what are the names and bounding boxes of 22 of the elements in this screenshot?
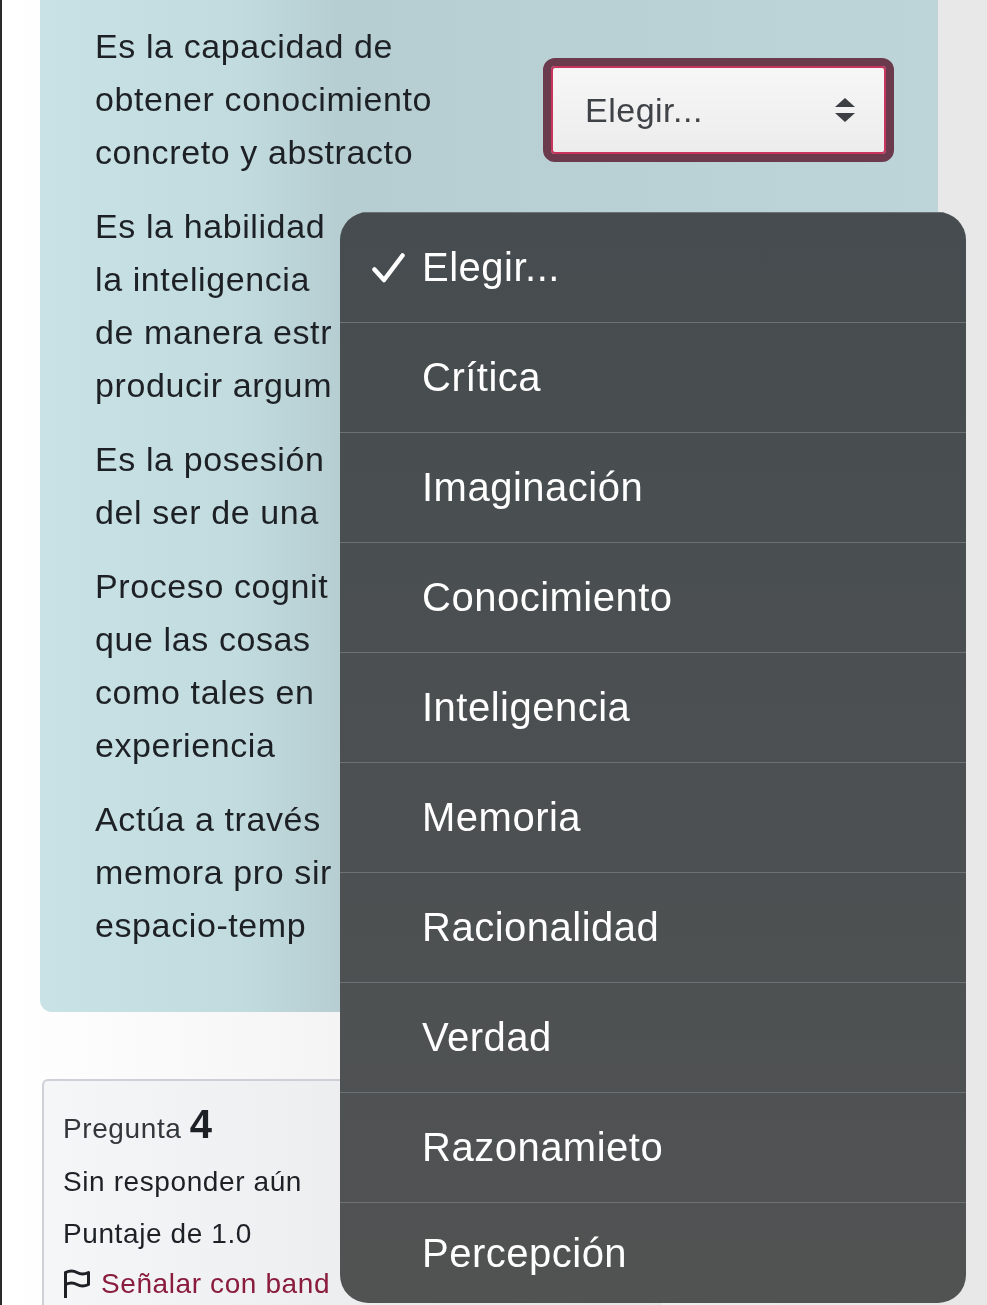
question-grade: Puntaje de 1.0 — [63, 1217, 252, 1251]
dropdown-option[interactable]: Conocimiento — [340, 542, 966, 652]
dropdown-option[interactable]: Razonamieto — [340, 1092, 966, 1202]
dropdown-option[interactable]: Percepción — [340, 1202, 966, 1303]
question-text: Actúa a través memora pro sir espacio-temp — [95, 799, 332, 946]
select-field[interactable]: Elegir... — [543, 58, 894, 162]
dropdown-option[interactable]: Imaginación — [340, 432, 966, 542]
dropdown-option[interactable]: Memoria — [340, 762, 966, 872]
question-status: Sin responder aún — [63, 1165, 303, 1199]
dropdown-option[interactable]: Elegir... — [340, 212, 966, 322]
dropdown-option[interactable]: Verdad — [340, 982, 966, 1092]
flag-link[interactable]: Señalar con band — [63, 1264, 331, 1304]
dropdown-option[interactable]: Racionalidad — [340, 872, 966, 982]
dropdown-option[interactable]: Inteligencia — [340, 652, 966, 762]
up-down-arrows-icon — [835, 98, 855, 122]
dropdown-option[interactable]: Crítica — [340, 322, 966, 432]
flag-icon — [63, 1269, 91, 1299]
question-text: Es la posesión del ser de una — [95, 439, 325, 533]
question-text: Es la habilidad la inteligencia de manera estr producir argum — [95, 206, 333, 406]
question-number: Pregunta 4 — [63, 1101, 213, 1148]
question-text: Proceso cognit que las cosas como tales en experiencia — [95, 566, 329, 766]
question-text: Es la capacidad de obtener conocimiento concreto y abstracto — [95, 26, 433, 173]
